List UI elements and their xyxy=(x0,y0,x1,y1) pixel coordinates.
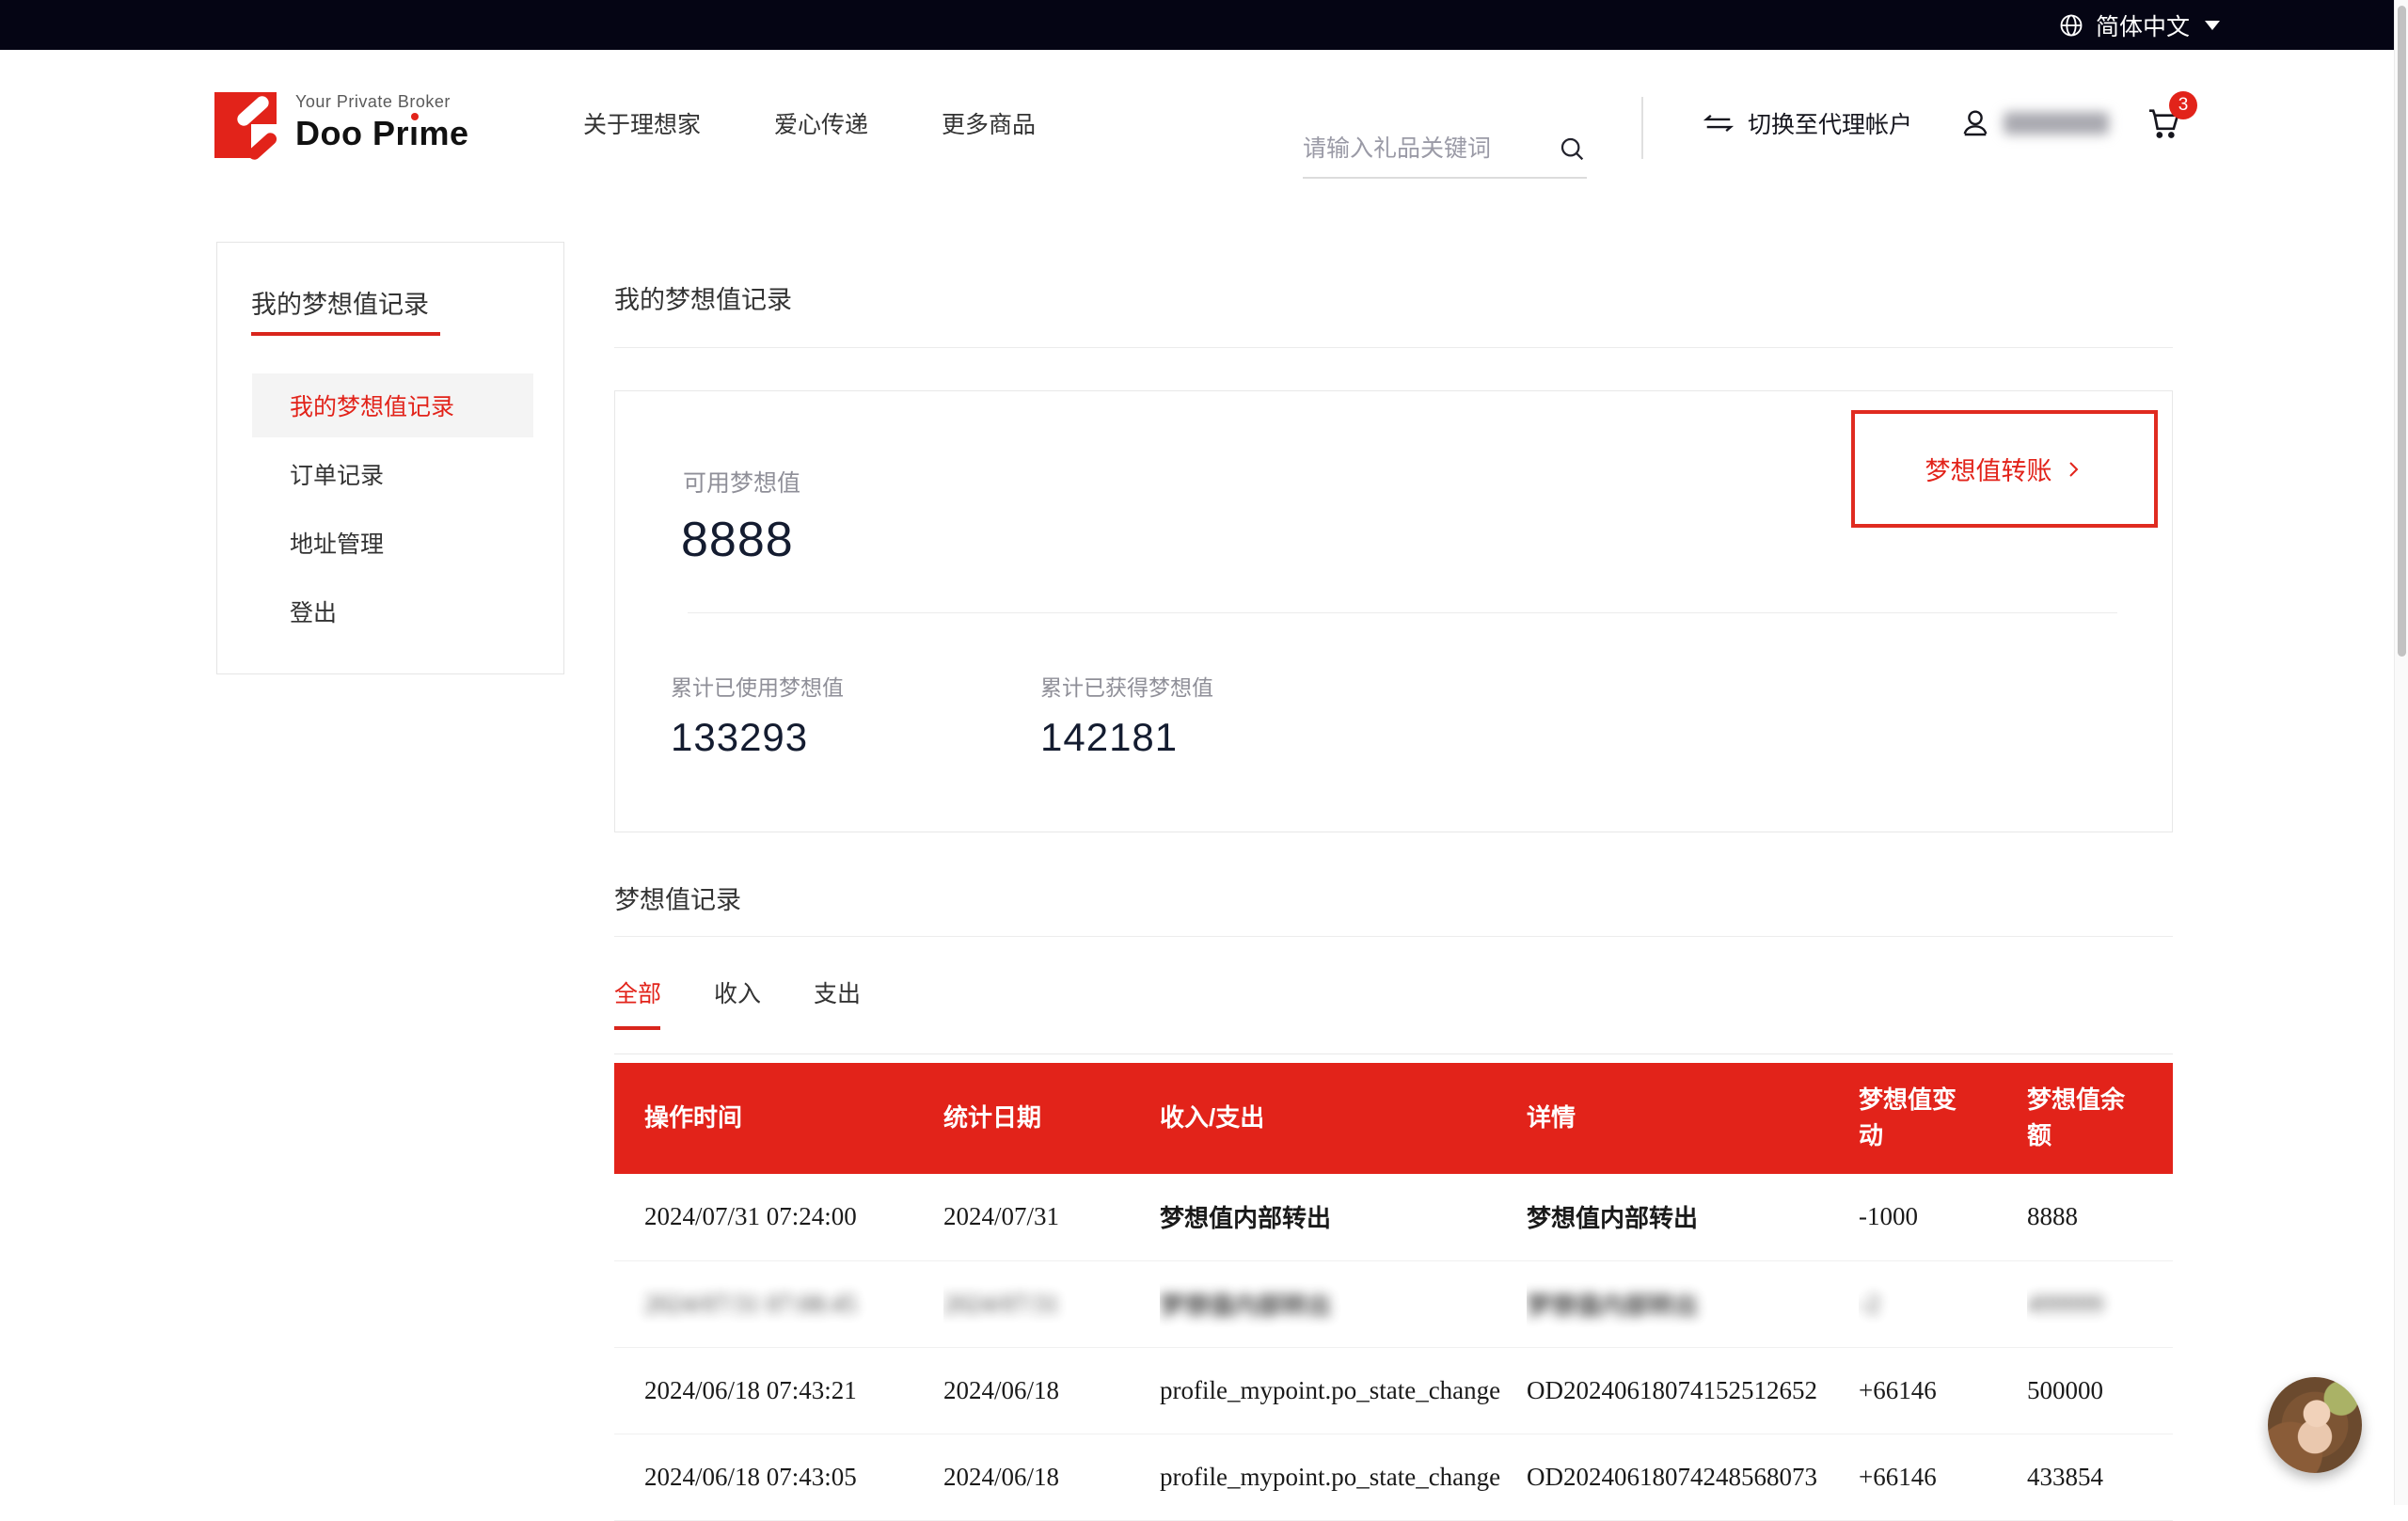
user-icon xyxy=(1958,106,1992,140)
language-selector[interactable]: 简体中文 xyxy=(2058,8,2220,42)
tab-expense[interactable]: 支出 xyxy=(814,975,861,1030)
language-label: 简体中文 xyxy=(2096,8,2190,42)
globe-icon xyxy=(2058,12,2084,39)
dream-value-transfer-button[interactable]: 梦想值转账 xyxy=(1851,410,2158,528)
user-account[interactable] xyxy=(1958,50,2109,196)
username-redacted xyxy=(2004,112,2109,135)
search-input[interactable] xyxy=(1303,135,1533,163)
page-title: 我的梦想值记录 xyxy=(614,279,792,316)
doo-prime-logo[interactable]: Your Private Broker Doo Prıme xyxy=(214,92,469,158)
tab-income[interactable]: 收入 xyxy=(714,975,761,1030)
earned-label: 累计已获得梦想值 xyxy=(1040,670,1213,702)
switch-account-label: 切换至代理帐户 xyxy=(1748,106,1912,140)
search-icon[interactable] xyxy=(1557,134,1587,164)
scrollbar[interactable] xyxy=(2394,0,2408,1505)
sidebar-menu: 我的梦想值记录 订单记录 地址管理 登出 xyxy=(217,373,563,643)
col-income-expense: 收入/支出 xyxy=(1160,1063,1527,1174)
sidebar: 我的梦想值记录 我的梦想值记录 订单记录 地址管理 登出 xyxy=(216,242,564,674)
table-row: 2024/06/18 07:43:21 2024/06/18 profile_m… xyxy=(614,1347,2173,1434)
nav-item-more-products[interactable]: 更多商品 xyxy=(942,106,1036,140)
switch-account-button[interactable]: 切换至代理帐户 xyxy=(1703,50,1912,196)
available-value: 8888 xyxy=(681,512,794,568)
topbar: 简体中文 xyxy=(0,0,2408,50)
col-value-balance: 梦想值余额 xyxy=(2027,1063,2173,1174)
tab-all[interactable]: 全部 xyxy=(614,975,661,1030)
swap-arrows-icon xyxy=(1703,109,1735,137)
table-row: 2024/06/18 07:43:05 2024/06/18 profile_m… xyxy=(614,1434,2173,1520)
dream-value-summary-card: 可用梦想值 8888 梦想值转账 累计已使用梦想值 133293 累计已获得梦想… xyxy=(614,390,2173,832)
records-table: 操作时间 统计日期 收入/支出 详情 梦想值变动 梦想值余额 2024/07/3… xyxy=(614,1063,2173,1521)
search-bar xyxy=(1303,120,1587,179)
doo-prime-logo-icon xyxy=(214,92,277,158)
col-value-change: 梦想值变动 xyxy=(1859,1063,2027,1174)
stat-used: 累计已使用梦想值 133293 xyxy=(671,670,844,760)
site-header: Your Private Broker Doo Prıme 关于理想家 爱心传递… xyxy=(0,50,2408,196)
stat-earned: 累计已获得梦想值 142181 xyxy=(1040,670,1213,760)
chevron-right-icon xyxy=(2062,458,2084,481)
records-tabs: 全部 收入 支出 xyxy=(614,975,861,1030)
transfer-label: 梦想值转账 xyxy=(1925,451,2052,487)
col-operation-time: 操作时间 xyxy=(614,1063,943,1174)
records-table-header: 操作时间 统计日期 收入/支出 详情 梦想值变动 梦想值余额 xyxy=(614,1063,2173,1174)
divider xyxy=(614,936,2173,937)
sidebar-item-logout[interactable]: 登出 xyxy=(252,579,533,643)
table-row-redacted: 2024/07/31 07:08:45 2024/07/31 梦想值内部转出 梦… xyxy=(614,1260,2173,1347)
available-value-label: 可用梦想值 xyxy=(683,465,800,499)
logo-tagline: Your Private Broker xyxy=(295,92,469,112)
cart-button[interactable]: 3 xyxy=(2145,50,2182,196)
col-stat-date: 统计日期 xyxy=(943,1063,1160,1174)
sidebar-item-dream-record[interactable]: 我的梦想值记录 xyxy=(252,373,533,437)
card-divider xyxy=(688,612,2117,613)
table-row: 2024/07/31 07:24:00 2024/07/31 梦想值内部转出 梦… xyxy=(614,1174,2173,1260)
support-chat-avatar[interactable] xyxy=(2268,1377,2362,1473)
nav-item-about[interactable]: 关于理想家 xyxy=(583,106,701,140)
cart-count-badge: 3 xyxy=(2169,91,2197,119)
divider xyxy=(614,347,2173,348)
col-detail: 详情 xyxy=(1527,1063,1859,1174)
sidebar-title-underline xyxy=(251,332,440,336)
logo-brand: Doo Prıme xyxy=(295,114,469,153)
used-label: 累计已使用梦想值 xyxy=(671,670,844,702)
nav-item-charity[interactable]: 爱心传递 xyxy=(774,106,868,140)
scrollbar-thumb[interactable] xyxy=(2398,6,2406,657)
header-divider xyxy=(1641,97,1643,159)
earned-value: 142181 xyxy=(1040,715,1213,760)
used-value: 133293 xyxy=(671,715,844,760)
sidebar-title: 我的梦想值记录 xyxy=(251,284,563,321)
records-section-title: 梦想值记录 xyxy=(614,879,741,916)
main-nav: 关于理想家 爱心传递 更多商品 xyxy=(583,50,1036,196)
sidebar-item-addresses[interactable]: 地址管理 xyxy=(252,511,533,575)
sidebar-item-orders[interactable]: 订单记录 xyxy=(252,442,533,506)
chevron-down-icon xyxy=(2205,21,2220,30)
